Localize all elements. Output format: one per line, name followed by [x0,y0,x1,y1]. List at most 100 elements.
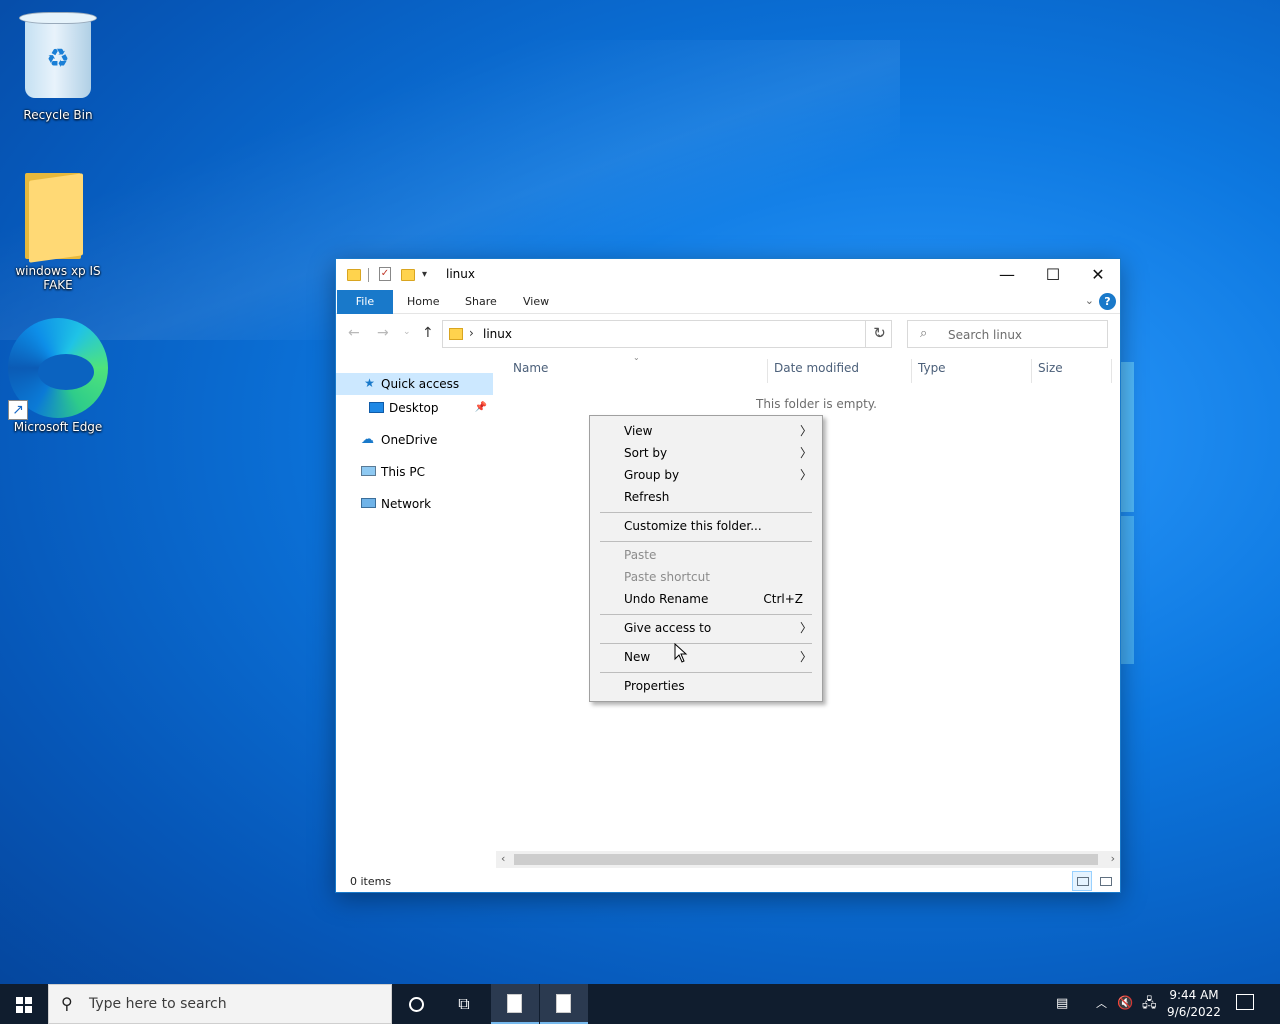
minimize-button[interactable]: — [984,259,1030,290]
menu-item-properties[interactable]: Properties [590,675,822,697]
folder-icon [25,173,83,263]
title-bar[interactable]: ✓ ▾ linux — ☐ ✕ [336,259,1120,290]
maximize-button[interactable]: ☐ [1030,259,1076,290]
document-icon [556,994,571,1013]
menu-item-paste: Paste [590,544,822,566]
cortana-button[interactable] [392,984,440,1024]
column-divider[interactable] [911,359,912,383]
up-arrow-icon[interactable]: ↑ [422,325,434,341]
show-hidden-icons-chevron-icon[interactable]: ︿ [1096,984,1107,1024]
scrollbar-thumb[interactable] [514,854,1098,865]
address-bar[interactable]: › linux ⌄ [442,320,892,348]
scroll-right-arrow-icon[interactable]: › [1111,852,1115,865]
search-box[interactable]: ⌕ Search linux [907,320,1108,348]
search-input[interactable]: Search linux [948,328,1022,342]
column-header-name[interactable]: Name [513,361,548,379]
menu-item-label: Refresh [624,490,670,504]
column-divider[interactable] [1031,359,1032,383]
desktop-icon-label: windows xp IS FAKE [15,264,101,292]
taskbar: ⚲ Type here to search ⧉ ▤ ︿ 🔇 🖧 9:44 AM … [0,984,1280,1024]
menu-item-new[interactable]: New 〉 [590,646,822,668]
column-header-type[interactable]: Type [918,361,946,379]
menu-item-give-access-to[interactable]: Give access to 〉 [590,617,822,639]
expand-ribbon-chevron-icon[interactable]: ⌄ [1085,294,1094,307]
menu-item-undo-rename[interactable]: Undo Rename Ctrl+Z [590,588,822,610]
volume-muted-icon[interactable]: 🔇 [1117,984,1133,1024]
scroll-left-arrow-icon[interactable]: ‹ [501,852,505,865]
menu-item-refresh[interactable]: Refresh [590,486,822,508]
notification-center-icon[interactable] [1236,994,1254,1010]
nav-item-quick-access[interactable]: ★ Quick access [336,373,493,395]
column-header-date-modified[interactable]: Date modified [774,361,859,379]
system-clock[interactable]: 9:44 AM 9/6/2022 [1162,987,1226,1021]
submenu-chevron-icon: 〉 [799,468,812,482]
taskbar-app-explorer[interactable] [491,984,539,1024]
window-title: linux [446,267,475,281]
keyboard-shortcut: Ctrl+Z [763,592,803,606]
large-icons-view-button[interactable] [1095,871,1115,891]
details-view-button[interactable] [1072,871,1092,891]
desktop-icon-edge[interactable]: ↗ Microsoft Edge [3,318,113,434]
menu-item-customize-folder[interactable]: Customize this folder... [590,515,822,537]
windows-logo-icon [16,997,32,1013]
wallpaper-logo-beam [1120,516,1134,664]
cloud-icon: ☁ [361,432,374,447]
ribbon-tabs: File Home Share View ⌄ ? [336,290,1120,314]
task-view-button[interactable]: ⧉ [440,984,488,1024]
nav-item-desktop[interactable]: Desktop 📌 [336,397,493,419]
shortcut-arrow-icon: ↗ [8,400,28,420]
column-divider[interactable] [767,359,768,383]
menu-item-label: Paste [624,548,657,562]
tab-share[interactable]: Share [453,290,509,314]
clock-date: 9/6/2022 [1167,1005,1221,1019]
taskbar-search-box[interactable]: ⚲ Type here to search [48,984,392,1024]
start-button[interactable] [0,984,48,1024]
menu-item-label: Customize this folder... [624,519,762,533]
navigation-pane: ★ Quick access Desktop 📌 ☁ OneDrive This… [336,369,493,849]
back-arrow-icon[interactable]: ← [348,325,360,341]
desktop-icon-label: Recycle Bin [23,108,93,122]
submenu-chevron-icon: 〉 [799,424,812,438]
desktop-icon-folder[interactable]: windows xp IS FAKE [3,170,113,292]
breadcrumb[interactable]: linux [483,327,512,341]
nav-item-label: This PC [381,465,425,479]
forward-arrow-icon[interactable]: → [377,325,389,341]
help-button[interactable]: ? [1099,293,1116,310]
network-icon[interactable]: 🖧 [1142,984,1157,1024]
navigation-bar: ← → ⌄ ↑ › linux ⌄ ↻ ⌕ Search linux [336,315,1120,353]
item-count: 0 items [350,875,392,888]
refresh-icon[interactable]: ↻ [865,320,893,348]
menu-item-paste-shortcut: Paste shortcut [590,566,822,588]
close-button[interactable]: ✕ [1075,259,1121,290]
tab-home[interactable]: Home [395,290,451,314]
menu-item-group-by[interactable]: Group by 〉 [590,464,822,486]
taskbar-search-input[interactable]: Type here to search [89,996,227,1012]
star-icon: ★ [364,376,375,390]
nav-item-network[interactable]: Network [336,493,493,515]
nav-item-this-pc[interactable]: This PC [336,461,493,483]
breadcrumb-separator-icon[interactable]: › [469,326,474,340]
new-folder-icon[interactable] [401,269,415,281]
news-widget-icon[interactable]: ▤ [1056,984,1068,1024]
computer-icon [361,466,376,476]
pin-icon[interactable]: 📌 [475,397,487,419]
properties-check-icon[interactable]: ✓ [379,267,391,281]
column-divider[interactable] [1111,359,1112,383]
status-bar: 0 items [336,869,1120,893]
menu-item-sort-by[interactable]: Sort by 〉 [590,442,822,464]
column-header-size[interactable]: Size [1038,361,1063,379]
context-menu: View 〉 Sort by 〉 Group by 〉 Refresh Cust… [589,415,823,702]
search-icon: ⌕ [920,326,928,341]
nav-item-onedrive[interactable]: ☁ OneDrive [336,429,493,451]
menu-item-view[interactable]: View 〉 [590,420,822,442]
horizontal-scrollbar[interactable]: ‹ › [496,851,1120,868]
divider [368,268,369,282]
menu-item-label: Undo Rename [624,592,709,606]
tab-file[interactable]: File [337,290,393,314]
desktop-icon-recycle-bin[interactable]: ♻ Recycle Bin [3,10,113,122]
mouse-pointer-icon [674,643,688,663]
tab-view[interactable]: View [511,290,561,314]
customize-qat-chevron-icon[interactable]: ▾ [422,269,427,285]
taskbar-app-document[interactable] [540,984,588,1024]
recent-locations-chevron-icon[interactable]: ⌄ [403,327,411,337]
